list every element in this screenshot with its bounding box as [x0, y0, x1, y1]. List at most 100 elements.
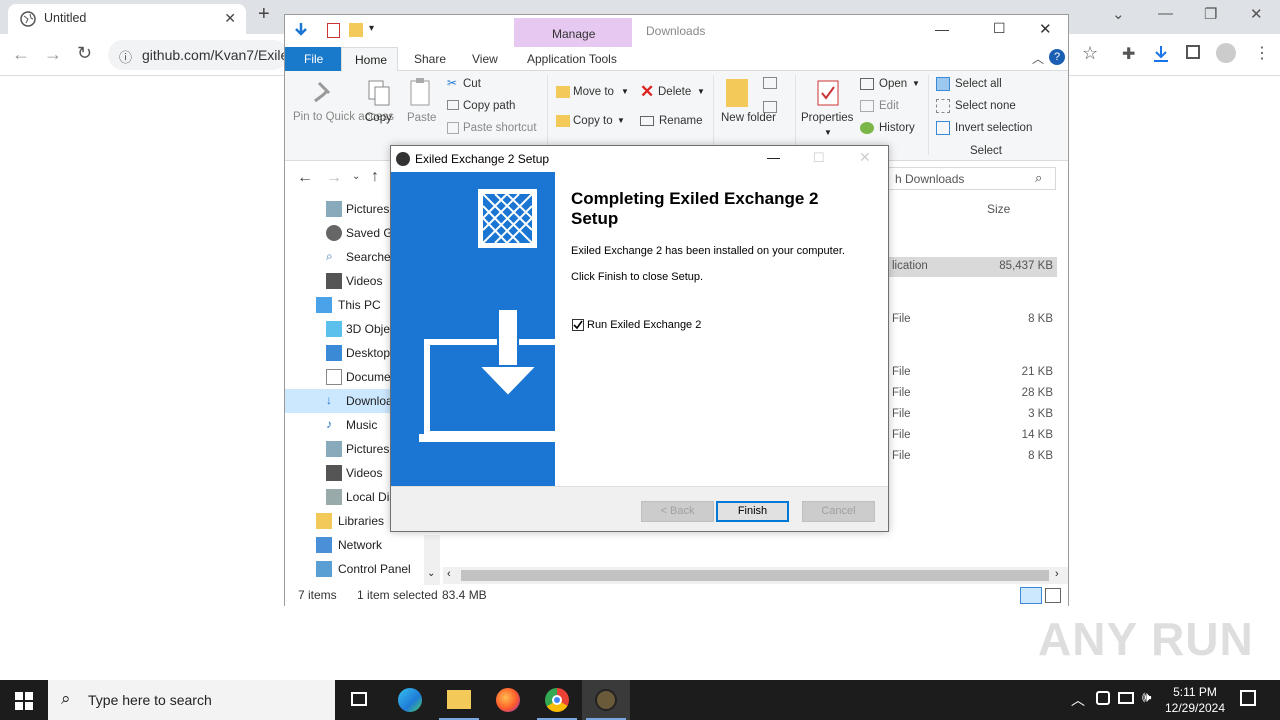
scroll-left-icon[interactable]: ‹	[447, 568, 451, 580]
address-bar[interactable]: ⓘ github.com/Kvan7/Exile	[108, 40, 288, 70]
firefox-icon[interactable]	[484, 680, 532, 720]
item-count: 7 items	[298, 588, 337, 602]
side-panel-icon[interactable]	[1186, 45, 1200, 59]
help-icon[interactable]: ?	[1049, 49, 1065, 65]
up-icon[interactable]: ↑	[371, 168, 379, 186]
minimize-icon[interactable]: —	[935, 21, 949, 37]
select-all-button[interactable]: Select all	[955, 78, 1002, 90]
run-app-checkbox[interactable]	[572, 319, 584, 331]
open-button[interactable]: Open	[879, 78, 907, 90]
checkmark-icon	[573, 320, 583, 330]
tab-home[interactable]: Home	[341, 47, 398, 72]
taskbar: ⌕ Type here to search ︿ 🕪 5:11 PM 12/29/…	[0, 680, 1280, 720]
back-icon[interactable]: ←	[297, 169, 313, 187]
new-tab-icon[interactable]: +	[258, 3, 270, 26]
download-icon[interactable]	[1152, 45, 1170, 63]
nav-item[interactable]: Network	[285, 533, 440, 557]
file-row[interactable]: File 3 KB	[886, 405, 1057, 425]
select-none-button[interactable]: Select none	[955, 100, 1016, 112]
browser-tab[interactable]: Untitled ✕	[8, 4, 246, 34]
restore-icon[interactable]: ❐	[1204, 5, 1217, 23]
column-header-size[interactable]: Size	[987, 202, 1010, 216]
tab-application-tools[interactable]: Application Tools	[527, 52, 617, 66]
edge-icon[interactable]	[386, 680, 434, 720]
tiles-view-icon[interactable]	[1045, 588, 1061, 603]
edit-button[interactable]: Edit	[879, 100, 899, 112]
firefox-glyph	[496, 688, 520, 712]
pin-quick-access-button[interactable]: Pin to Quick access	[293, 111, 394, 124]
properties-button[interactable]: Properties	[801, 112, 853, 124]
finish-button[interactable]: Finish	[716, 501, 789, 522]
run-app-label[interactable]: Run Exiled Exchange 2	[587, 319, 701, 331]
site-info-icon[interactable]: ⓘ	[119, 47, 132, 66]
search-icon: ⌕	[326, 249, 333, 263]
tab-view[interactable]: View	[472, 52, 498, 66]
bookmark-star-icon[interactable]: ☆	[1082, 43, 1098, 64]
delete-button[interactable]: Delete	[658, 86, 691, 98]
move-to-button[interactable]: Move to	[573, 86, 614, 98]
network-icon[interactable]	[1118, 692, 1134, 704]
close-tab-icon[interactable]: ✕	[224, 10, 236, 27]
windows-start-icon[interactable]	[15, 692, 33, 710]
paste-button[interactable]: Paste	[407, 112, 436, 124]
invert-selection-button[interactable]: Invert selection	[955, 122, 1032, 134]
collapse-ribbon-icon[interactable]: ︿	[1032, 50, 1044, 67]
tab-share[interactable]: Share	[414, 52, 446, 66]
new-folder-button[interactable]: New folder	[721, 112, 776, 125]
profile-avatar[interactable]	[1216, 43, 1236, 63]
cut-button[interactable]: Cut	[463, 78, 481, 90]
tab-title: Untitled	[44, 11, 87, 25]
task-view-icon[interactable]	[336, 680, 384, 720]
nav-scrollbar[interactable]: ⌄	[424, 535, 440, 587]
horizontal-scrollbar[interactable]: ‹ ›	[443, 567, 1068, 584]
minimize-icon[interactable]: —	[1158, 5, 1173, 22]
clock[interactable]: 5:11 PM 12/29/2024	[1162, 684, 1228, 716]
volume-icon[interactable]: 🕪	[1142, 689, 1151, 706]
close-icon[interactable]: ✕	[1039, 20, 1052, 38]
copy-to-button[interactable]: Copy to	[573, 115, 613, 127]
extensions-icon[interactable]: ✚	[1122, 44, 1135, 64]
maximize-icon: ☐	[813, 150, 825, 165]
copy-path-button[interactable]: Copy path	[463, 100, 515, 112]
paste-shortcut-button[interactable]: Paste shortcut	[463, 122, 537, 134]
qat-dropdown-icon[interactable]: ▾	[369, 23, 374, 34]
forward-icon[interactable]: →	[326, 169, 342, 187]
close-window-icon[interactable]: ✕	[1250, 5, 1263, 23]
file-explorer-icon[interactable]	[435, 680, 483, 720]
file-row[interactable]: File 21 KB	[886, 363, 1057, 383]
scroll-right-icon[interactable]: ›	[1055, 568, 1059, 580]
notifications-icon[interactable]	[1240, 690, 1256, 706]
file-row-selected[interactable]: lication 85,437 KB	[886, 257, 1057, 277]
properties-qat-icon[interactable]	[327, 23, 340, 38]
history-button[interactable]: History	[879, 122, 915, 134]
chevron-down-icon[interactable]: ⌄	[1112, 5, 1125, 23]
easy-access-icon[interactable]	[763, 101, 777, 113]
file-row[interactable]: File 8 KB	[886, 310, 1057, 330]
copy-button[interactable]: Copy	[365, 112, 392, 124]
meet-now-icon[interactable]	[1096, 691, 1110, 705]
search-input[interactable]: h Downloads ⌕	[882, 167, 1056, 190]
setup-app-icon[interactable]	[582, 680, 630, 720]
rename-button[interactable]: Rename	[659, 115, 702, 127]
back-icon[interactable]: ←	[12, 44, 30, 65]
file-row[interactable]: File 14 KB	[886, 426, 1057, 446]
taskbar-search-input[interactable]: ⌕ Type here to search	[48, 680, 335, 720]
tab-file[interactable]: File	[285, 47, 341, 71]
nav-item[interactable]: Control Panel	[285, 557, 440, 581]
file-row[interactable]: File 28 KB	[886, 384, 1057, 404]
menu-icon[interactable]: ⋮	[1254, 43, 1270, 63]
minimize-icon[interactable]: —	[767, 150, 780, 165]
folder-qat-icon[interactable]	[349, 23, 363, 37]
chevron-down-icon: ▼	[912, 79, 920, 88]
forward-icon[interactable]: →	[44, 44, 62, 65]
new-item-icon[interactable]	[763, 77, 777, 89]
file-row[interactable]: File 8 KB	[886, 447, 1057, 467]
scroll-down-icon[interactable]: ⌄	[427, 568, 435, 579]
tray-chevron-up-icon[interactable]: ︿	[1071, 690, 1085, 710]
chrome-icon[interactable]	[533, 680, 581, 720]
details-view-icon[interactable]	[1020, 587, 1042, 604]
recent-chevron-icon[interactable]: ⌄	[352, 171, 360, 182]
reload-icon[interactable]: ↻	[77, 43, 92, 64]
scroll-thumb[interactable]	[461, 570, 1049, 581]
maximize-icon[interactable]: ☐	[993, 20, 1006, 37]
